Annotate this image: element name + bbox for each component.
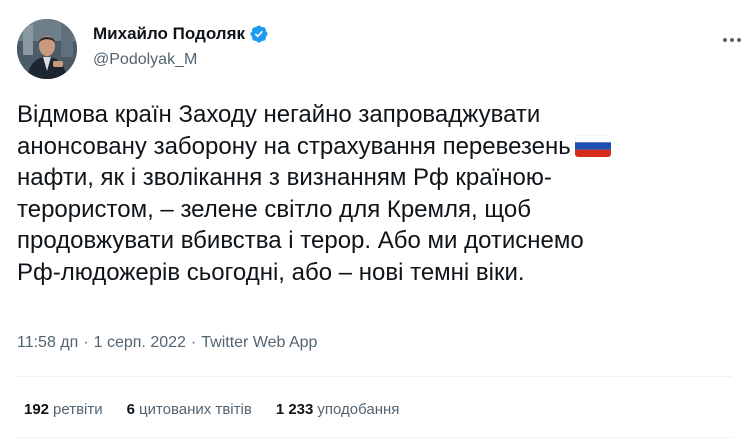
tweet-text: Відмова країн Заходу негайно запроваджув…: [17, 99, 732, 289]
tweet-text-line: Відмова країн Заходу негайно запроваджув…: [17, 101, 541, 128]
tweet-text-line-with-flag: анонсовану заборону на страхування перев…: [17, 131, 732, 163]
verified-badge-icon: [250, 25, 268, 43]
more-options-icon[interactable]: [722, 30, 742, 50]
tweet-date[interactable]: 1 серп. 2022: [94, 334, 186, 351]
tweet-meta: 11:58 дп · 1 серп. 2022 · Twitter Web App: [17, 334, 317, 352]
tweet-text-line: анонсовану заборону на страхування перев…: [17, 132, 571, 160]
tweet-text-line: Рф-людожерів сьогодні, або – нові темні …: [17, 258, 525, 286]
quotes-count: 6: [126, 401, 135, 418]
tweet-stats: 192 ретвіти 6 цитованих твітів 1 233 уподоб…: [24, 401, 399, 418]
author-handle[interactable]: @Podolyak_M: [93, 51, 197, 69]
likes-stat[interactable]: 1 233 уподобання: [276, 401, 400, 418]
tweet-card: Михайло Подоляк @Podolyak_M Відмова краї…: [0, 0, 747, 439]
avatar[interactable]: [17, 19, 77, 79]
profile-photo: [17, 19, 77, 79]
tweet-text-line: терористом, – зелене світло для Кремля, …: [17, 195, 531, 223]
quotes-label: цитованих твітів: [138, 401, 252, 418]
tweet-text-line: продовжувати вбивства і терор. Або ми до…: [17, 227, 584, 255]
tweet-source-link[interactable]: Twitter Web App: [201, 334, 317, 351]
author-name-row: Михайло Подоляк: [93, 24, 269, 44]
tweet-time[interactable]: 11:58 дп: [17, 334, 78, 351]
likes-count: 1 233: [275, 401, 314, 418]
divider: [17, 376, 732, 377]
russia-flag-icon: [574, 134, 611, 157]
more-dot: [737, 38, 741, 42]
retweets-count: 192: [24, 401, 50, 418]
meta-separator: ·: [190, 334, 197, 351]
divider: [17, 437, 732, 438]
more-dot: [730, 38, 734, 42]
tweet-text-line: нафти, як і зволікання з визнанням Рф кр…: [17, 164, 552, 192]
retweets-stat[interactable]: 192 ретвіти: [24, 401, 103, 418]
author-display-name[interactable]: Михайло Подоляк: [93, 24, 245, 44]
likes-label: уподобання: [317, 401, 400, 418]
more-dot: [723, 38, 727, 42]
meta-separator: ·: [83, 334, 89, 351]
retweets-label: ретвіти: [53, 401, 103, 418]
quote-tweets-stat[interactable]: 6 цитованих твітів: [127, 401, 252, 418]
